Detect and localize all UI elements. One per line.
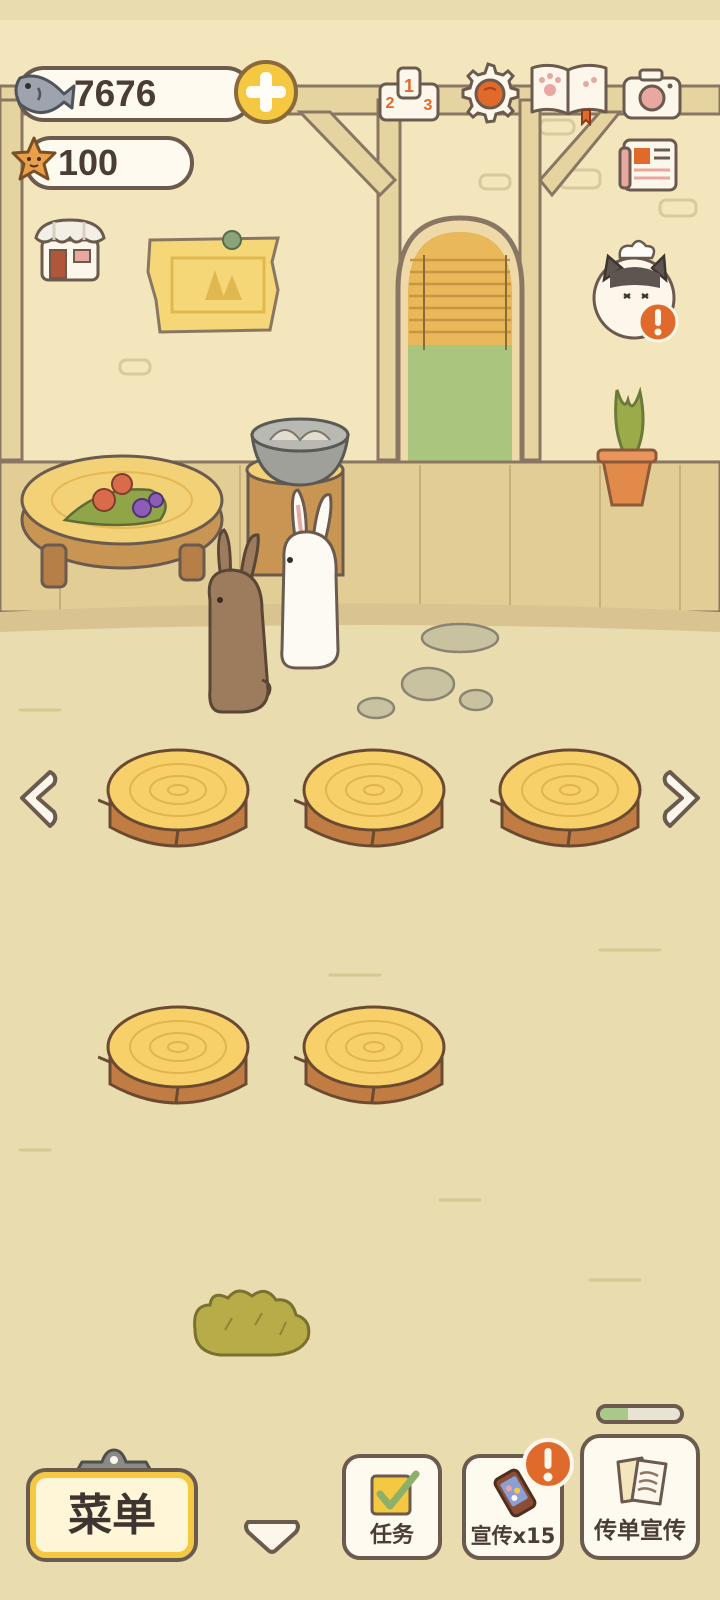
stump-seat-5[interactable] [294, 1002, 454, 1117]
stump-seat-4[interactable] [98, 1002, 258, 1117]
flyer-progress-bar [596, 1404, 684, 1424]
svg-text:2: 2 [386, 95, 395, 112]
stump-seat-3[interactable] [490, 745, 650, 860]
stump-seat-1[interactable] [98, 745, 258, 860]
fish-icon [14, 74, 76, 114]
arrow-right-icon[interactable] [660, 768, 706, 830]
gear-icon[interactable] [456, 60, 520, 126]
svg-text:3: 3 [424, 97, 433, 114]
tasks-button-label: 任务 [369, 1523, 414, 1548]
chevron-down-icon[interactable] [242, 1516, 302, 1556]
newspaper-icon[interactable] [616, 134, 682, 196]
berry-table-decor [20, 454, 224, 589]
arrow-left-icon[interactable] [14, 768, 60, 830]
game-screen: 7676 100 1 2 3 菜单 任务 宣传x15 传单宣传 [0, 0, 720, 1600]
task-checkbox-icon [370, 1470, 420, 1516]
paw-book-icon[interactable] [528, 60, 610, 126]
flyer-progress-fill [600, 1408, 628, 1420]
ranking-podium-icon[interactable]: 1 2 3 [376, 62, 442, 124]
menu-button[interactable]: 菜单 [26, 1468, 198, 1562]
promotion-button-label: 宣传x15 [470, 1524, 556, 1548]
flyer-paper-icon [616, 1456, 668, 1506]
shop-icon[interactable] [32, 214, 108, 284]
flyer-promotion-button[interactable]: 传单宣传 [580, 1434, 700, 1560]
add-fish-button[interactable] [232, 58, 300, 126]
menu-button-label: 菜单 [68, 1490, 156, 1541]
star-icon [11, 136, 57, 181]
svg-text:1: 1 [404, 76, 414, 96]
star-count: 100 [58, 142, 119, 183]
promotion-alert-icon [522, 1438, 574, 1490]
stump-seat-2[interactable] [294, 745, 454, 860]
flyer-promotion-button-label: 传单宣传 [594, 1518, 686, 1544]
tasks-button[interactable]: 任务 [342, 1454, 442, 1560]
camera-icon[interactable] [620, 64, 684, 124]
map-notice-icon[interactable] [146, 230, 280, 334]
exclamation-icon [637, 301, 679, 343]
fish-count: 7676 [74, 73, 157, 114]
